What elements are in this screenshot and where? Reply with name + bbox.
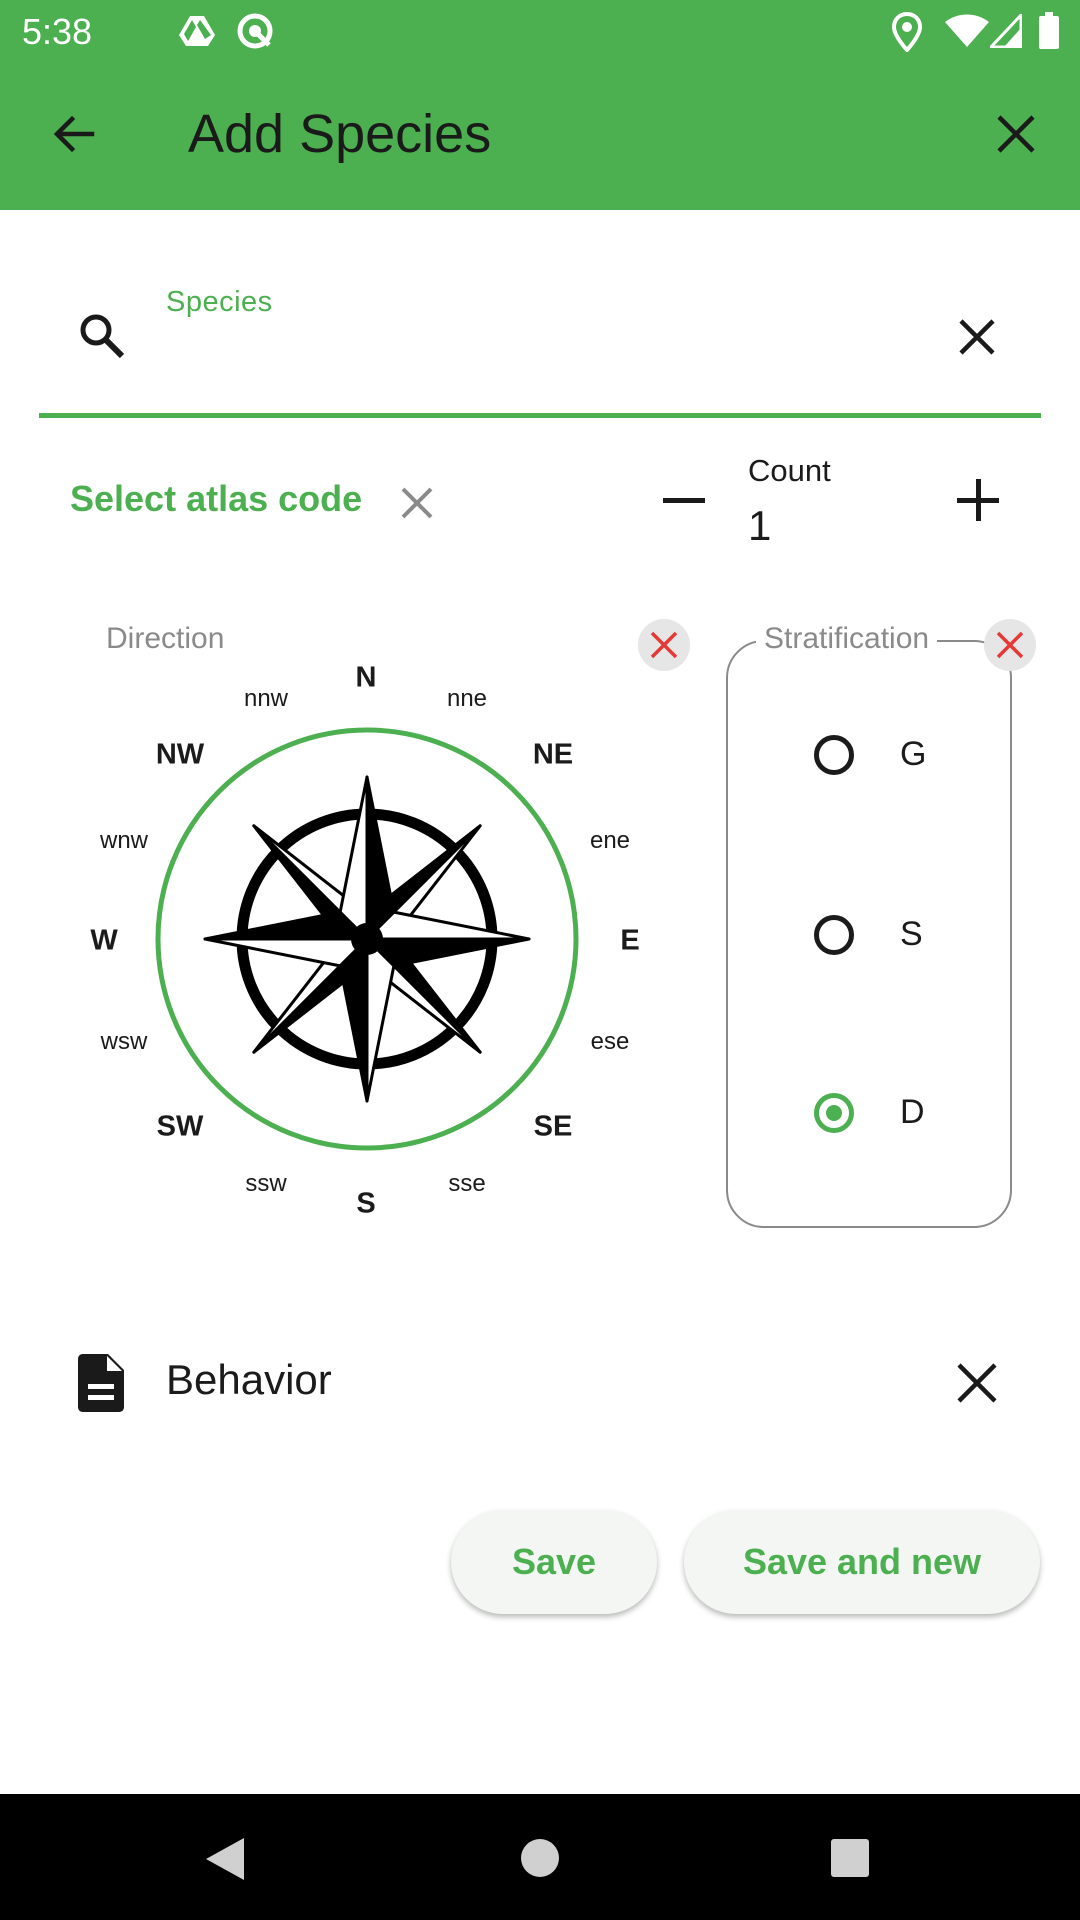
behavior-field[interactable]: Behavior xyxy=(166,1356,332,1404)
compass-point-ne[interactable]: NE xyxy=(533,739,573,772)
recents-square-icon[interactable] xyxy=(830,1838,870,1878)
compass-point-ssw[interactable]: ssw xyxy=(245,1170,286,1198)
compass-rose-icon xyxy=(155,727,579,1151)
compass-point-nnw[interactable]: nnw xyxy=(244,685,288,713)
stratification-clear-button[interactable] xyxy=(984,619,1036,671)
compass-point-wsw[interactable]: wsw xyxy=(101,1028,148,1056)
radio-label: S xyxy=(900,915,923,953)
compass-point-n[interactable]: N xyxy=(356,662,377,695)
save-and-new-button[interactable]: Save and new xyxy=(684,1510,1040,1614)
location-icon xyxy=(892,12,922,52)
compass-point-s[interactable]: S xyxy=(356,1188,375,1221)
compass-point-sw[interactable]: SW xyxy=(157,1111,204,1144)
compass-point-se[interactable]: SE xyxy=(534,1111,573,1144)
compass-point-sse[interactable]: sse xyxy=(448,1170,485,1198)
stratification-option-g[interactable]: G xyxy=(810,730,980,780)
compass-point-nw[interactable]: NW xyxy=(156,739,204,772)
radio-button[interactable] xyxy=(814,735,854,775)
back-triangle-icon[interactable] xyxy=(204,1836,246,1882)
close-icon xyxy=(959,319,995,355)
behavior-clear-button[interactable] xyxy=(946,1352,1008,1414)
species-clear-button[interactable] xyxy=(946,306,1008,368)
count-value[interactable]: 1 xyxy=(748,502,771,550)
signal-icon xyxy=(990,14,1022,48)
close-icon xyxy=(957,1363,997,1403)
stratification-option-s[interactable]: S xyxy=(810,910,980,960)
home-circle-icon[interactable] xyxy=(520,1838,560,1878)
plus-icon xyxy=(957,479,999,521)
document-icon xyxy=(78,1354,124,1412)
save-button[interactable]: Save xyxy=(451,1510,657,1614)
radio-button[interactable] xyxy=(814,915,854,955)
stratification-label: Stratification xyxy=(756,622,938,656)
compass-point-w[interactable]: W xyxy=(90,925,117,958)
count-label: Count xyxy=(748,453,831,488)
close-icon xyxy=(996,631,1024,659)
radio-label: D xyxy=(900,1093,925,1131)
wifi-icon xyxy=(945,14,989,47)
compass-picker[interactable]: N nne NE ene E ese SE sse S ssw SW wsw W… xyxy=(0,0,700,1260)
compass-point-e[interactable]: E xyxy=(620,925,639,958)
compass-point-wnw[interactable]: wnw xyxy=(100,827,148,855)
compass-point-nne[interactable]: nne xyxy=(447,685,487,713)
radio-button-selected[interactable] xyxy=(814,1093,854,1133)
stratification-option-d[interactable]: D xyxy=(810,1088,980,1138)
count-increment-button[interactable] xyxy=(950,468,1006,532)
close-button[interactable] xyxy=(978,96,1054,172)
compass-point-ese[interactable]: ese xyxy=(591,1028,630,1056)
battery-icon xyxy=(1039,12,1059,49)
system-navigation-bar xyxy=(0,1794,1080,1920)
compass-point-ene[interactable]: ene xyxy=(590,827,630,855)
radio-label: G xyxy=(900,735,927,773)
close-icon xyxy=(997,115,1035,153)
